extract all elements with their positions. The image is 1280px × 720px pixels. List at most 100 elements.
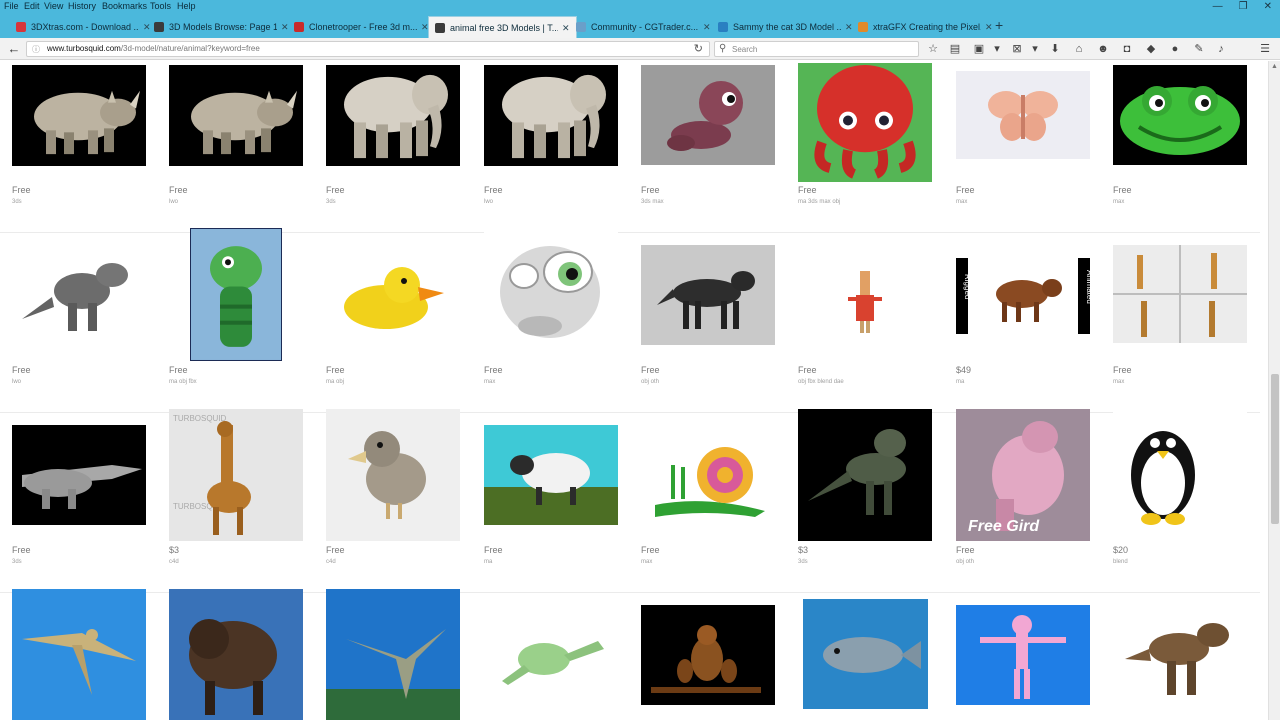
back-arrow-icon[interactable]: ← (6, 41, 22, 57)
menu-edit[interactable]: Edit (24, 1, 40, 11)
favicon-icon (718, 22, 728, 32)
minimize-icon[interactable]: — (1213, 0, 1223, 14)
pocket-icon[interactable]: ◘ (1120, 42, 1134, 56)
model-price: Free (641, 545, 660, 555)
model-thumbnail-crocodile[interactable] (12, 425, 146, 525)
model-thumbnail-worm[interactable] (641, 65, 775, 165)
tab-xtragfx[interactable]: xtraGFX Creating the Pixel... ✕ (852, 16, 999, 38)
model-thumbnail-dinosaur[interactable] (326, 589, 460, 720)
model-thumbnail-birds[interactable] (641, 605, 775, 705)
model-thumbnail-giraffe[interactable]: TURBOSQUID TURBOSQUID (169, 409, 303, 541)
model-formats: max (641, 559, 653, 565)
model-thumbnail-frog[interactable] (484, 605, 618, 705)
model-thumbnail-octopus[interactable] (798, 63, 932, 182)
menu-bar: File Edit View History Bookmarks Tools H… (0, 0, 1280, 14)
model-formats: ma obj fbx (169, 379, 197, 385)
extension-icon[interactable]: ✎ (1192, 42, 1206, 56)
url-path: /3d-model/nature/animal?keyword=free (120, 44, 260, 53)
tab-close-icon[interactable]: ✕ (985, 22, 993, 33)
menu-tools[interactable]: Tools (150, 1, 171, 11)
tab-cgtrader[interactable]: Community - CGTrader.c... ✕ (570, 16, 717, 38)
model-thumbnail-sheep[interactable] (484, 425, 618, 525)
model-price: Free (326, 545, 345, 555)
vertical-scrollbar[interactable]: ▲ (1268, 61, 1280, 720)
home-icon[interactable]: ⌂ (1072, 42, 1086, 56)
model-thumbnail-rabbit[interactable] (798, 245, 932, 345)
save-icon[interactable]: ▣ (972, 42, 986, 56)
close-icon[interactable]: ✕ (1264, 0, 1272, 14)
thumbnail-overlay-text: Free Gird (968, 518, 1040, 535)
model-thumbnail-dragon[interactable] (190, 228, 282, 361)
model-price: $3 (798, 545, 809, 555)
address-bar[interactable]: ⓘ www.turbosquid.com/3d-model/nature/ani… (26, 41, 710, 57)
model-thumbnail-penguin[interactable] (1113, 409, 1247, 541)
reading-list-icon[interactable]: ▤ (948, 42, 962, 56)
model-thumbnail-pterodactyl[interactable] (12, 589, 146, 720)
model-thumbnail-pink-panther[interactable] (956, 605, 1090, 705)
model-thumbnail-dinosaur[interactable] (798, 409, 932, 541)
model-thumbnail-rhino[interactable] (12, 65, 146, 166)
model-thumbnail-snail[interactable] (641, 425, 775, 525)
model-thumbnail-bison[interactable] (169, 589, 303, 720)
model-thumbnail-giraffes[interactable] (1113, 245, 1247, 343)
tab-animal-free-3d-models[interactable]: animal free 3D Models | T... ✕ (428, 16, 577, 39)
menu-bookmarks[interactable]: Bookmarks (102, 1, 147, 11)
navigation-bar: ← ⓘ www.turbosquid.com/3d-model/nature/a… (0, 38, 1280, 60)
url-host: www.turbosquid.com (47, 44, 121, 53)
addon-icon[interactable]: ♪ (1214, 42, 1228, 56)
model-formats: blend (1113, 559, 1128, 565)
model-price: Free (956, 185, 975, 195)
chat-icon[interactable]: ☻ (1096, 42, 1110, 56)
restore-icon[interactable]: ❐ (1239, 0, 1248, 14)
model-thumbnail-cartoon-head[interactable] (484, 230, 618, 360)
model-formats: ma 3ds max obj (798, 199, 841, 205)
model-thumbnail-frog-face[interactable] (1113, 65, 1247, 165)
tab-3d-models-browse[interactable]: 3D Models Browse: Page 1 ✕ (148, 16, 295, 38)
menu-icon[interactable]: ☰ (1258, 42, 1272, 56)
model-price: Free (12, 545, 31, 555)
tab-sammy-the-cat[interactable]: Sammy the cat 3D Model ... ✕ (712, 16, 859, 38)
model-thumbnail-elephant[interactable] (326, 65, 460, 166)
model-formats: c4d (169, 559, 179, 565)
menu-file[interactable]: File (4, 1, 19, 11)
search-input[interactable]: ⚲ Search (714, 41, 919, 57)
model-price: Free (326, 365, 345, 375)
model-thumbnail-wolf[interactable] (641, 245, 775, 345)
tab-title: 3DXtras.com - Download ... (31, 22, 139, 32)
model-thumbnail-elephant[interactable] (484, 65, 618, 166)
favicon-icon (435, 23, 445, 33)
url-text: www.turbosquid.com/3d-model/nature/anima… (47, 44, 260, 53)
dropdown-icon[interactable]: ▾ (1028, 42, 1042, 56)
tab-close-icon[interactable]: ✕ (703, 22, 711, 33)
model-thumbnail-duck[interactable] (326, 253, 460, 339)
model-thumbnail-fish[interactable] (803, 599, 928, 709)
model-thumbnail-t-rex[interactable] (1113, 605, 1247, 705)
menu-view[interactable]: View (44, 1, 63, 11)
download-icon[interactable]: ⬇ (1048, 42, 1062, 56)
thumbnail-overlay-text: Animated (1085, 270, 1090, 304)
tab-close-icon[interactable]: ✕ (562, 23, 570, 34)
pdf-icon[interactable]: ⊠ (1010, 42, 1024, 56)
new-tab-button[interactable]: + (995, 17, 1003, 33)
model-thumbnail-bird[interactable] (326, 409, 460, 541)
reload-icon[interactable]: ↻ (694, 42, 703, 55)
tab-clonetrooper[interactable]: Clonetrooper - Free 3d m... ✕ (288, 16, 435, 38)
model-formats: max (1113, 199, 1125, 205)
model-thumbnail-butterfly[interactable] (956, 71, 1090, 159)
model-thumbnail-bull[interactable]: Rigged Animated (956, 258, 1090, 334)
menu-history[interactable]: History (68, 1, 96, 11)
bookmark-star-icon[interactable]: ☆ (926, 42, 940, 56)
model-thumbnail-rhino[interactable] (169, 65, 303, 166)
info-icon[interactable]: ⓘ (32, 44, 40, 55)
model-thumbnail-gorilla[interactable]: Free Gird (956, 409, 1090, 541)
scroll-up-icon[interactable]: ▲ (1271, 63, 1278, 70)
model-price: Free (484, 365, 503, 375)
tab-3dxtras[interactable]: 3DXtras.com - Download ... ✕ (10, 16, 157, 38)
dropdown-icon[interactable]: ▾ (990, 42, 1004, 56)
scrollbar-thumb[interactable] (1271, 374, 1279, 524)
model-formats: lwo (12, 379, 22, 385)
shield-icon[interactable]: ◆ (1144, 42, 1158, 56)
menu-help[interactable]: Help (177, 1, 196, 11)
model-thumbnail-t-rex[interactable] (12, 245, 146, 345)
circle-icon[interactable]: ● (1168, 42, 1182, 56)
